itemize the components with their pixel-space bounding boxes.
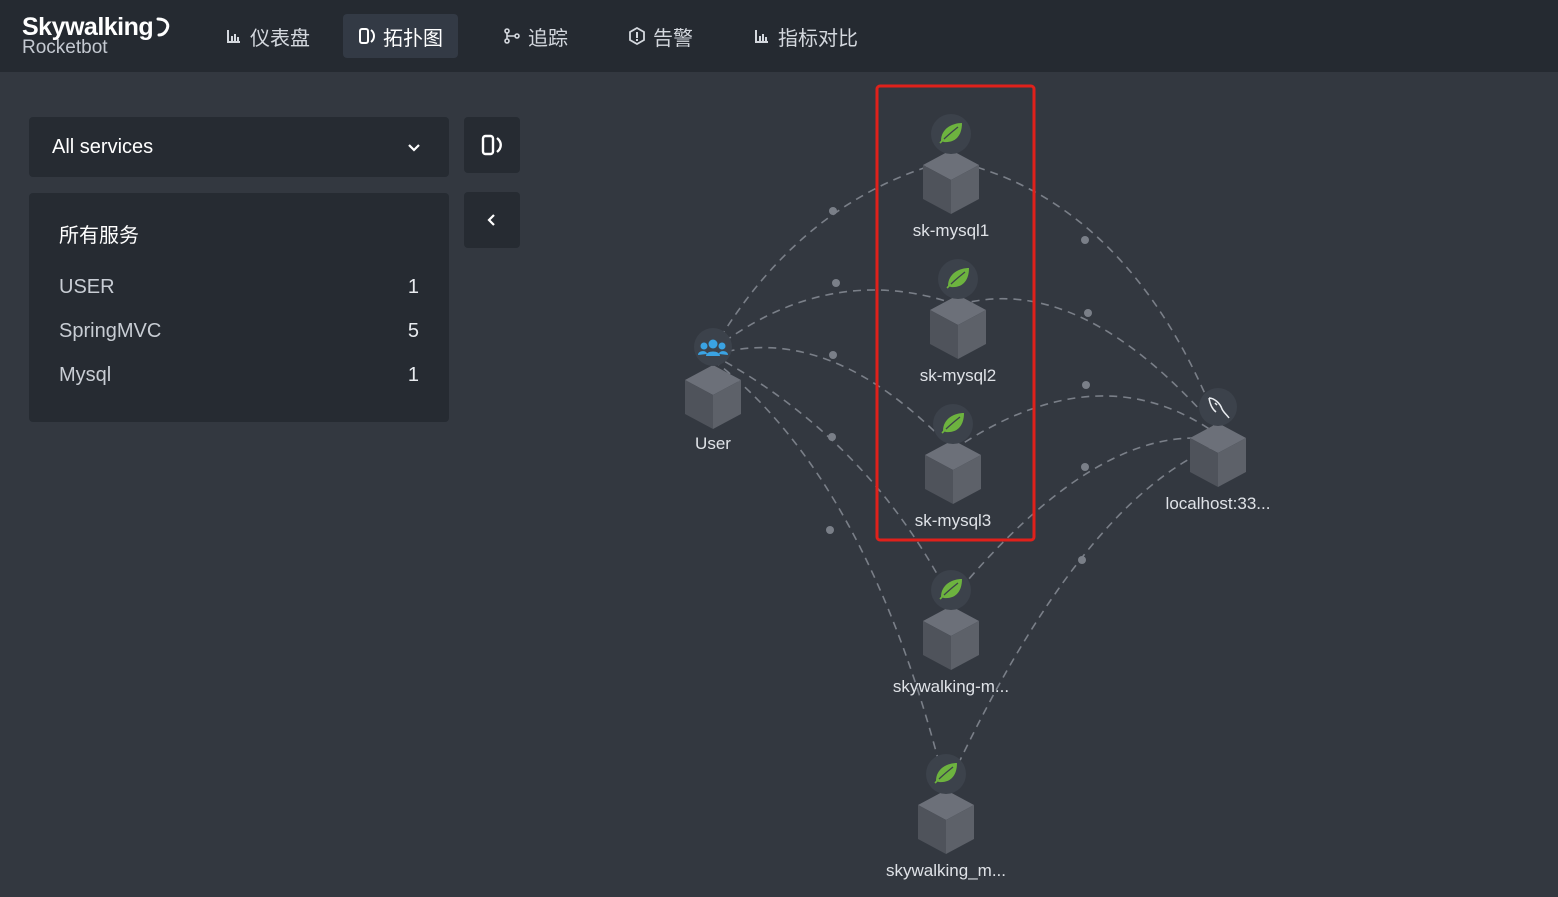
spring-leaf-icon: [930, 569, 972, 611]
nav-comparison[interactable]: 指标对比: [738, 14, 873, 58]
node-user[interactable]: User: [685, 328, 741, 453]
spring-leaf-icon: [932, 403, 974, 445]
main-nav: 仪表盘 拓扑图 追踪 告警 指标对比: [210, 14, 903, 58]
edge-sk-mysql2-localhost: [957, 297, 1219, 431]
node-label: User: [695, 434, 731, 453]
node-skywalking-m[interactable]: skywalking-m...: [893, 569, 1009, 696]
node-label: sk-mysql2: [920, 366, 997, 385]
node-sk-mysql1[interactable]: sk-mysql1: [913, 113, 990, 240]
edge-user-sk-mysql2: [712, 289, 959, 351]
node-label: skywalking-m...: [893, 677, 1009, 696]
node-label: localhost:33...: [1166, 494, 1271, 513]
mysql-dolphin-icon: [1199, 388, 1237, 426]
brand-subtitle: Rocketbot: [22, 37, 108, 58]
node-sk-mysql3[interactable]: sk-mysql3: [915, 403, 992, 530]
alarm-icon: [628, 27, 646, 45]
nav-trace-label: 追踪: [528, 27, 568, 50]
node-label: sk-mysql1: [913, 221, 990, 240]
node-label: sk-mysql3: [915, 511, 992, 530]
spring-leaf-icon: [925, 753, 967, 795]
comparison-chart-icon: [753, 27, 771, 45]
brand-logo[interactable]: Skywalking Rocketbot: [22, 14, 172, 58]
nav-alarm[interactable]: 告警: [613, 14, 708, 58]
nav-dashboard[interactable]: 仪表盘: [210, 14, 325, 58]
node-label: skywalking_m...: [886, 861, 1006, 880]
top-header: Skywalking Rocketbot 仪表盘 拓扑图 追踪 告警 指标对比: [0, 0, 1558, 72]
users-icon: [694, 328, 732, 366]
brand-swoosh-icon: [156, 17, 170, 37]
topology-icon: [358, 27, 376, 45]
topology-graph[interactable]: User sk-mysql1 sk-mysql2 sk-mysql3 skywa…: [0, 72, 1558, 897]
nav-trace[interactable]: 追踪: [488, 14, 583, 58]
nav-comparison-label: 指标对比: [778, 27, 858, 50]
node-localhost-mysql[interactable]: localhost:33...: [1166, 388, 1271, 513]
spring-leaf-icon: [937, 258, 979, 300]
edge-sk-mysql3-localhost: [952, 395, 1219, 451]
spring-leaf-icon: [930, 113, 972, 155]
nav-alarm-label: 告警: [653, 27, 693, 50]
nav-topology-label: 拓扑图: [383, 27, 443, 50]
dashboard-chart-icon: [225, 27, 243, 45]
node-sk-mysql2[interactable]: sk-mysql2: [920, 258, 997, 385]
edge-user-skywalking_m: [712, 359, 947, 791]
edge-user-sk-mysql1: [712, 159, 951, 351]
node-skywalking_m[interactable]: skywalking_m...: [886, 753, 1006, 880]
nav-dashboard-label: 仪表盘: [250, 27, 310, 50]
trace-branch-icon: [503, 27, 521, 45]
nav-topology[interactable]: 拓扑图: [343, 14, 458, 58]
